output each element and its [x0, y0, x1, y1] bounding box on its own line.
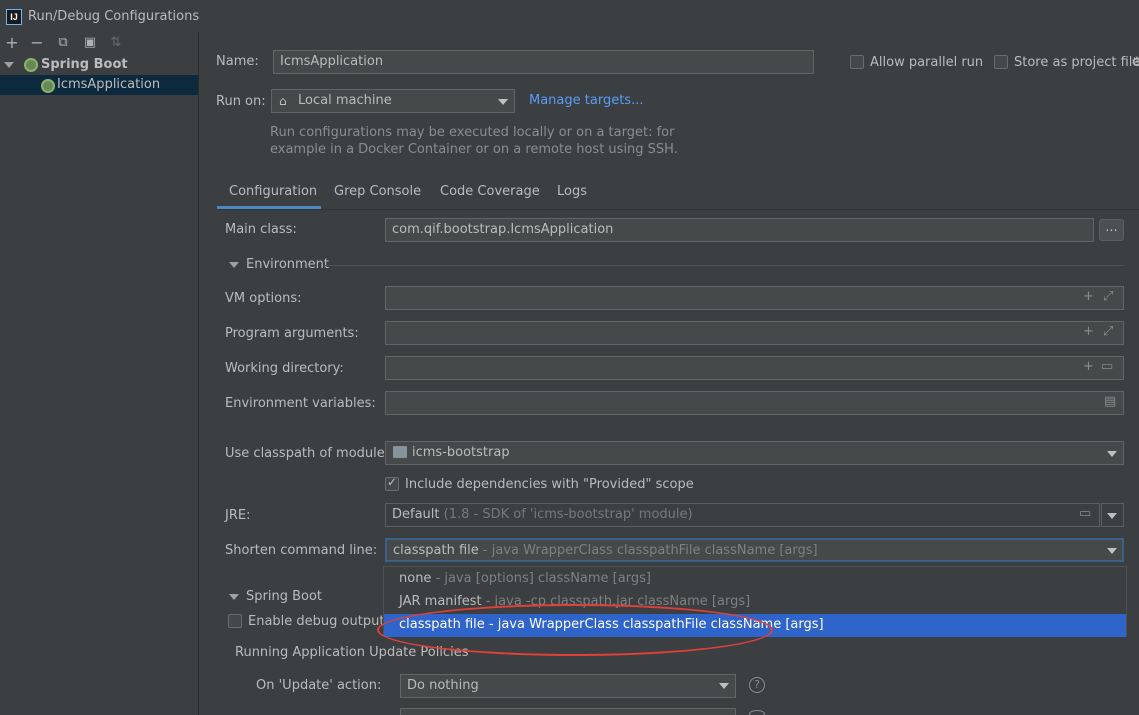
on-update-value: Do nothing	[407, 678, 479, 693]
edit-env-vars-icon[interactable]: ▤	[1104, 394, 1116, 409]
help-icon[interactable]: ?	[749, 677, 765, 693]
expand-icon[interactable]: ⤢	[1103, 289, 1113, 304]
spring-boot-collapse-icon[interactable]	[229, 594, 239, 600]
spring-boot-run-icon	[41, 79, 55, 93]
chevron-down-icon[interactable]	[498, 99, 508, 105]
tab-grep-console[interactable]: Grep Console	[334, 184, 421, 210]
run-on-combobox[interactable]: Local machine	[271, 89, 515, 113]
folder-icon[interactable]: ▭	[1101, 359, 1113, 374]
vm-options-field[interactable]	[385, 286, 1124, 310]
sort-configurations-button[interactable]: ⇅	[106, 34, 126, 52]
intellij-app-icon: IJ	[6, 9, 22, 25]
copy-configuration-button[interactable]: ⧉	[53, 34, 73, 52]
settings-gear-icon[interactable]: ⚙	[1131, 55, 1139, 70]
panel-divider[interactable]	[198, 32, 199, 715]
shorten-cmd-hint: - java WrapperClass classpathFile classN…	[482, 543, 818, 558]
home-icon: ⌂	[279, 94, 287, 108]
jre-value: Default	[392, 507, 440, 522]
title-bar: IJ Run/Debug Configurations	[0, 0, 1139, 32]
environment-collapse-icon[interactable]	[229, 262, 239, 268]
tree-group-spring-boot[interactable]: Spring Boot	[0, 55, 198, 75]
browse-main-class-button[interactable]: ...	[1099, 219, 1124, 241]
working-dir-field[interactable]	[385, 356, 1124, 380]
enable-debug-checkbox[interactable]	[228, 614, 242, 628]
tab-logs[interactable]: Logs	[557, 184, 587, 210]
manage-targets-link[interactable]: Manage targets...	[529, 93, 643, 108]
checkmark-icon: ✓	[387, 475, 398, 489]
working-dir-label: Working directory:	[225, 361, 344, 376]
chevron-down-icon[interactable]	[1107, 451, 1117, 457]
shorten-cmd-combobox[interactable]: classpath file - java WrapperClass class…	[385, 538, 1124, 562]
tree-item-icmsapplication[interactable]: IcmsApplication	[0, 75, 198, 95]
enable-debug-label: Enable debug output	[248, 614, 385, 629]
red-annotation-ellipse	[377, 604, 773, 656]
jre-label: JRE:	[225, 508, 251, 523]
add-configuration-button[interactable]: +	[2, 34, 22, 52]
shorten-cmd-label: Shorten command line:	[225, 543, 378, 558]
on-update-combobox[interactable]: Do nothing	[400, 674, 736, 698]
spring-boot-section-label[interactable]: Spring Boot	[246, 589, 322, 604]
run-on-help-line1: Run configurations may be executed local…	[270, 125, 675, 140]
chevron-down-icon[interactable]	[1107, 513, 1117, 519]
classpath-module-combobox[interactable]: icms-bootstrap	[385, 441, 1124, 465]
jre-combobox[interactable]: Default (1.8 - SDK of 'icms-bootstrap' m…	[385, 503, 1100, 527]
folder-icon[interactable]: ▭	[1079, 506, 1091, 521]
add-icon[interactable]: +	[1083, 289, 1094, 304]
run-on-label: Run on:	[216, 94, 266, 109]
on-frame-deactivation-combobox[interactable]	[400, 708, 736, 715]
program-args-field[interactable]	[385, 321, 1124, 345]
option-hint: - java [options] className [args]	[435, 571, 651, 586]
add-icon[interactable]: +	[1083, 324, 1094, 339]
main-class-field[interactable]: com.qif.bootstrap.IcmsApplication	[385, 218, 1094, 242]
store-project-label: Store as project file	[1014, 55, 1139, 70]
classpath-module-label: Use classpath of module:	[225, 446, 390, 461]
spring-boot-icon	[24, 58, 38, 72]
chevron-down-icon[interactable]	[719, 683, 729, 689]
classpath-module-value: icms-bootstrap	[412, 445, 510, 460]
jre-hint: (1.8 - SDK of 'icms-bootstrap' module)	[443, 507, 693, 522]
remove-configuration-button[interactable]: −	[27, 34, 47, 52]
chevron-down-icon[interactable]	[1107, 548, 1117, 554]
run-on-help-line2: example in a Docker Container or on a re…	[270, 142, 678, 157]
option-name: none	[399, 571, 432, 586]
popup-option-none[interactable]: none - java [options] className [args]	[384, 568, 1126, 591]
on-update-label: On 'Update' action:	[256, 678, 382, 693]
name-field[interactable]: IcmsApplication	[273, 50, 814, 74]
allow-parallel-checkbox[interactable]	[850, 55, 864, 69]
tab-code-coverage[interactable]: Code Coverage	[440, 184, 540, 210]
include-deps-label: Include dependencies with "Provided" sco…	[405, 477, 694, 492]
run-on-value: Local machine	[298, 93, 392, 108]
tree-group-label: Spring Boot	[41, 57, 128, 72]
main-class-label: Main class:	[225, 222, 297, 237]
expand-arrow-icon[interactable]	[4, 62, 14, 68]
option-name: JAR manifest	[399, 594, 482, 609]
shorten-cmd-value: classpath file	[393, 543, 479, 558]
store-project-checkbox[interactable]	[994, 55, 1008, 69]
include-deps-checkbox[interactable]: ✓	[385, 475, 399, 491]
env-vars-field[interactable]	[385, 391, 1124, 415]
help-icon[interactable]	[749, 710, 765, 715]
module-folder-icon	[393, 446, 407, 458]
configuration-tree: Spring Boot IcmsApplication	[0, 55, 198, 715]
tree-item-label: IcmsApplication	[57, 77, 161, 92]
expand-icon[interactable]: ⤢	[1103, 324, 1113, 339]
name-label: Name:	[216, 54, 259, 69]
window-title: Run/Debug Configurations	[28, 9, 200, 24]
tabs-divider	[217, 209, 1139, 210]
environment-section-label[interactable]: Environment	[246, 257, 329, 272]
move-to-folder-button[interactable]: ▣	[80, 34, 100, 52]
env-vars-label: Environment variables:	[225, 396, 376, 411]
vm-options-label: VM options:	[225, 291, 302, 306]
allow-parallel-label: Allow parallel run	[870, 55, 984, 70]
program-args-label: Program arguments:	[225, 326, 359, 341]
add-icon[interactable]: +	[1083, 359, 1094, 374]
environment-separator	[324, 265, 1124, 266]
